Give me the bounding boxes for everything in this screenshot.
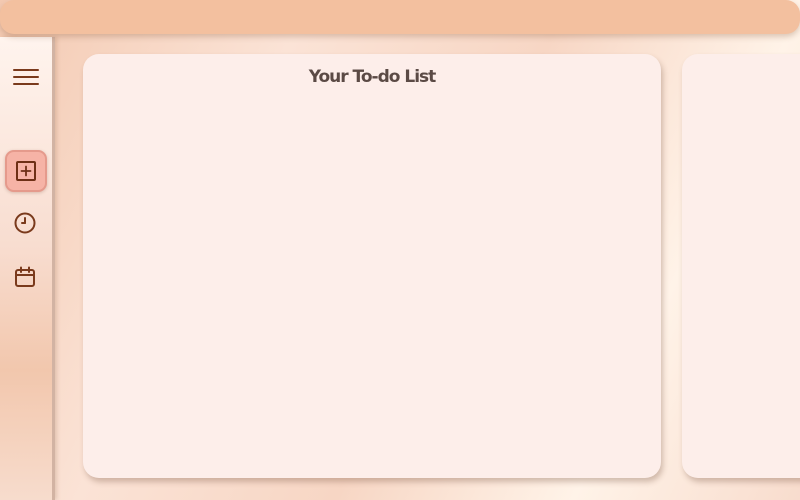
add-square-icon [16,161,36,181]
top-bar [0,0,800,34]
menu-button[interactable] [6,57,46,97]
calendar-button[interactable] [5,257,45,297]
secondary-panel [682,54,800,478]
add-task-button[interactable] [5,150,47,192]
calendar-icon [15,266,35,287]
todo-list-title: Your To-do List [308,67,437,87]
clock-icon [14,212,36,234]
todo-list-panel: Your To-do List [83,54,661,478]
history-button[interactable] [5,203,45,243]
hamburger-menu-icon [13,69,39,85]
sidebar [0,37,55,500]
